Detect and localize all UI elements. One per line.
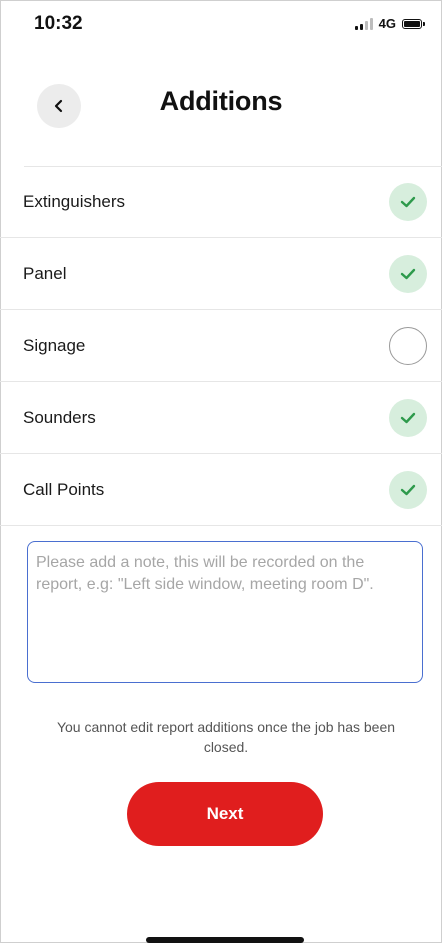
- list-item[interactable]: Signage: [0, 310, 442, 382]
- empty-circle-icon[interactable]: [389, 326, 427, 365]
- item-label: Call Points: [23, 479, 105, 499]
- item-label: Sounders: [23, 407, 96, 427]
- page-title: Additions: [159, 86, 283, 116]
- note-input[interactable]: [27, 541, 423, 683]
- status-bar: 10:32 4G: [0, 0, 442, 52]
- additions-list: Extinguishers Panel Signage Sounders Cal…: [0, 166, 442, 526]
- check-circle-icon[interactable]: [389, 470, 427, 509]
- info-text: You cannot edit report additions once th…: [56, 719, 396, 755]
- status-time: 10:32: [34, 13, 83, 34]
- list-item[interactable]: Extinguishers: [0, 166, 442, 238]
- status-indicators: 4G: [354, 16, 425, 31]
- item-label: Panel: [23, 263, 67, 283]
- item-label: Signage: [23, 335, 86, 355]
- check-circle-icon[interactable]: [389, 254, 427, 293]
- check-circle-icon[interactable]: [389, 182, 427, 221]
- check-circle-icon[interactable]: [389, 398, 427, 437]
- home-indicator: [146, 937, 304, 943]
- list-item[interactable]: Call Points: [0, 454, 442, 526]
- next-button[interactable]: Next: [127, 782, 323, 846]
- signal-icon: [354, 17, 373, 30]
- battery-icon: [402, 18, 425, 29]
- list-item[interactable]: Sounders: [0, 382, 442, 454]
- network-label: 4G: [378, 16, 396, 31]
- list-item[interactable]: Panel: [0, 238, 442, 310]
- item-label: Extinguishers: [23, 191, 126, 211]
